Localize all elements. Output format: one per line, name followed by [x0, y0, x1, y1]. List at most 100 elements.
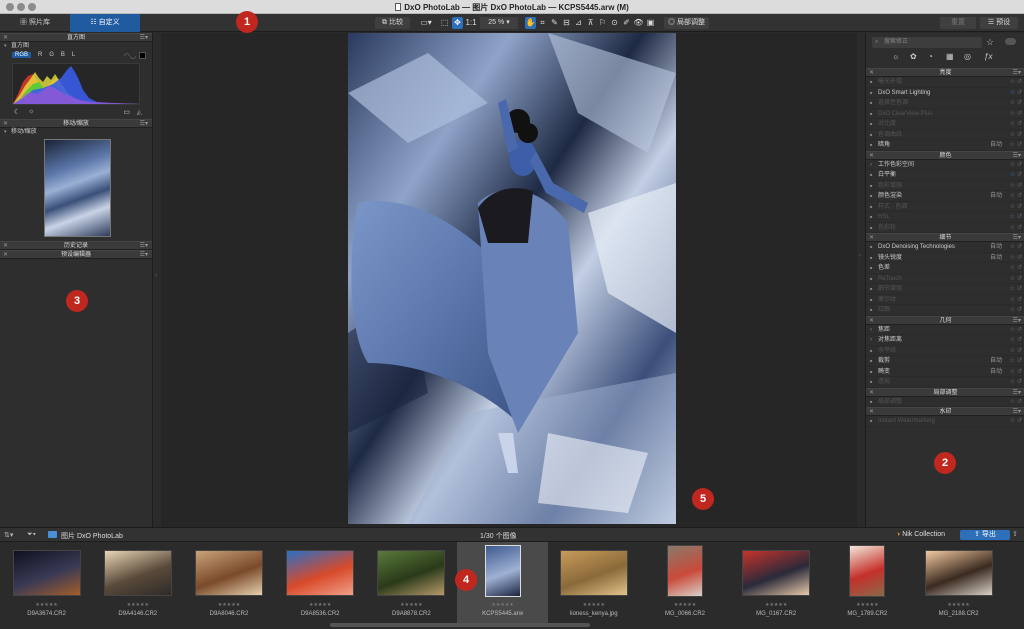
favorite-star-icon[interactable]: ☆ [1010, 119, 1015, 130]
toggle-icon[interactable]: ■ [870, 416, 872, 427]
channel-l[interactable]: L [72, 52, 75, 58]
favorite-star-icon[interactable]: ☆ [1010, 397, 1015, 408]
filmstrip-scrollbar[interactable] [330, 623, 590, 627]
reset-icon[interactable]: ↺ [1017, 202, 1022, 213]
favorite-star-icon[interactable]: ☆ [1010, 346, 1015, 357]
black-swatch[interactable] [139, 52, 146, 59]
thumbnail-image[interactable] [924, 550, 993, 596]
thumbnail-image[interactable] [377, 550, 446, 596]
reset-icon[interactable]: ↺ [1017, 284, 1022, 295]
favorite-star-icon[interactable]: ☆ [1010, 274, 1015, 285]
correction-row[interactable]: ■ 红眼 ☆ ↺ [866, 305, 1024, 316]
toggle-icon[interactable]: ■ [870, 140, 872, 151]
filmstrip-thumbnail[interactable]: ★★★★★ D9A3674.CR2 [1, 542, 92, 624]
navigator-thumbnail[interactable] [44, 139, 111, 237]
reset-icon[interactable]: ↺ [1017, 325, 1022, 336]
filmstrip-thumbnail[interactable]: ★★★★★ MG_0167.CR2 [731, 542, 822, 624]
rating-stars[interactable]: ★★★★★ [183, 602, 274, 608]
filmstrip-thumbnail[interactable]: ★★★★★ MG_0066.CR2 [639, 542, 730, 624]
correction-row[interactable]: › 对焦距离 ☆ ↺ [866, 335, 1024, 346]
section-header[interactable]: ✕ 水印 ☰▾ [866, 407, 1024, 416]
right-splitter[interactable]: › [857, 33, 865, 527]
repair-icon[interactable]: ✐ [621, 17, 632, 29]
nik-collection-button[interactable]: ◑ Nik Collection [896, 530, 956, 540]
local-adjust-button[interactable]: ◎ 局部调整 [664, 17, 709, 29]
eye-icon[interactable]: 👁 [633, 17, 644, 29]
toggle-icon[interactable]: ■ [870, 242, 872, 253]
expand-triangle-icon[interactable]: › [870, 325, 872, 336]
history-header[interactable]: ✕ 历史记录 ☰▾ [0, 241, 152, 250]
rating-stars[interactable]: ★★★★★ [913, 602, 1004, 608]
move-zoom-header[interactable]: ✕ 移动/缩放 ☰▾ [0, 119, 152, 128]
correction-row[interactable]: ■ 局部调整 ☆ ↺ [866, 397, 1024, 408]
filmstrip-thumbnail[interactable]: ★★★★★ MG_2188.CR2 [913, 542, 1004, 624]
rating-stars[interactable]: ★★★★★ [548, 602, 639, 608]
toggle-icon[interactable]: ■ [870, 98, 872, 109]
toggle-icon[interactable]: ■ [870, 346, 872, 357]
filmstrip-thumbnail[interactable]: ★★★★★ D9A8046.CR2 [183, 542, 274, 624]
toggle-icon[interactable]: ■ [870, 284, 872, 295]
toggle-icon[interactable]: ■ [870, 130, 872, 141]
correction-row[interactable]: ■ 色彩增强 ☆ ↺ [866, 181, 1024, 192]
folder-label[interactable]: 图片 DxO PhotoLab [61, 531, 123, 541]
toggle-icon[interactable]: ■ [870, 305, 872, 316]
correction-row[interactable]: ■ 颜色渲染 自动 ☆ ↺ [866, 191, 1024, 202]
reset-icon[interactable]: ↺ [1017, 367, 1022, 378]
favorite-star-icon[interactable]: ☆ [1010, 416, 1015, 427]
sun-icon[interactable]: ☼ [28, 108, 34, 115]
main-photo[interactable] [348, 33, 676, 524]
clipping-icon[interactable]: ◠◡ [124, 52, 136, 60]
expand-triangle-icon[interactable]: › [870, 335, 872, 346]
toggle-icon[interactable]: ■ [870, 119, 872, 130]
reset-icon[interactable]: ↺ [1017, 346, 1022, 357]
reset-icon[interactable]: ↺ [1017, 140, 1022, 151]
favorite-star-icon[interactable]: ☆ [1010, 191, 1015, 202]
section-header[interactable]: ✕ 亮度 ☰▾ [866, 68, 1024, 77]
toggle-icon[interactable]: ■ [870, 295, 872, 306]
reset-icon[interactable]: ↺ [1017, 191, 1022, 202]
correction-row[interactable]: ■ 选择性色调 ☆ ↺ [866, 98, 1024, 109]
hand-tool-icon[interactable]: ✋ [525, 17, 536, 29]
reset-icon[interactable]: ↺ [1017, 119, 1022, 130]
toggle-icon[interactable]: ■ [870, 356, 872, 367]
move-zoom-subheader[interactable]: ▾ 移动/缩放 [0, 128, 152, 137]
reset-button[interactable]: 重置 [940, 17, 976, 29]
section-header[interactable]: ✕ 局部调整 ☰▾ [866, 387, 1024, 397]
expand-triangle-icon[interactable]: › [870, 160, 872, 171]
eyedropper-icon[interactable]: ✎ [549, 17, 560, 29]
perspective-icon[interactable]: ⊿ [573, 17, 584, 29]
toggle-icon[interactable]: ■ [870, 274, 872, 285]
thumbnail-image[interactable] [484, 545, 521, 597]
favorite-star-icon[interactable]: ☆ [1010, 335, 1015, 346]
section-header[interactable]: ✕ 几何 ☰▾ [866, 315, 1024, 325]
correction-row[interactable]: ■ 水平线 ☆ ↺ [866, 346, 1024, 357]
thumbnail-image[interactable] [12, 550, 81, 596]
monitor-icon[interactable]: ▭ [123, 108, 130, 116]
reset-icon[interactable]: ↺ [1017, 274, 1022, 285]
correction-row[interactable]: ■ 样式 - 色调 ☆ ↺ [866, 202, 1024, 213]
reset-icon[interactable]: ↺ [1017, 160, 1022, 171]
correction-row[interactable]: ■ 裁剪 自动 ☆ ↺ [866, 356, 1024, 367]
favorite-star-icon[interactable]: ☆ [1010, 305, 1015, 316]
filmstrip-thumbnail[interactable]: ★★★★★ D9A8536.CR2 [275, 542, 366, 624]
favorite-star-icon[interactable]: ☆ [1010, 284, 1015, 295]
left-splitter[interactable]: ‹ [153, 33, 161, 527]
favorite-star-icon[interactable]: ☆ [1010, 130, 1015, 141]
favorite-star-icon[interactable]: ☆ [1010, 242, 1015, 253]
toggle-icon[interactable]: ■ [870, 181, 872, 192]
sort-icon[interactable]: ⇅▾ [4, 531, 13, 539]
toggle-icon[interactable]: ■ [870, 377, 872, 388]
tab-customize[interactable]: ☷ 自定义 [70, 14, 140, 32]
reset-icon[interactable]: ↺ [1017, 242, 1022, 253]
preset-button[interactable]: ☰ 预设 [980, 17, 1018, 29]
toggle-icon[interactable]: ■ [870, 397, 872, 408]
thumbnail-image[interactable] [286, 550, 355, 596]
star-filter-icon[interactable]: ☆ [986, 37, 994, 48]
toggle-icon[interactable]: ■ [870, 223, 872, 234]
toggle-icon[interactable]: ■ [870, 191, 872, 202]
thumbnail-image[interactable] [849, 545, 886, 597]
reset-icon[interactable]: ↺ [1017, 416, 1022, 427]
share-icon[interactable]: ⇧ [1012, 530, 1018, 538]
correction-row[interactable]: ■ 色彩轮 ☆ ↺ [866, 223, 1024, 234]
correction-row[interactable]: › 焦距 ☆ ↺ [866, 325, 1024, 336]
